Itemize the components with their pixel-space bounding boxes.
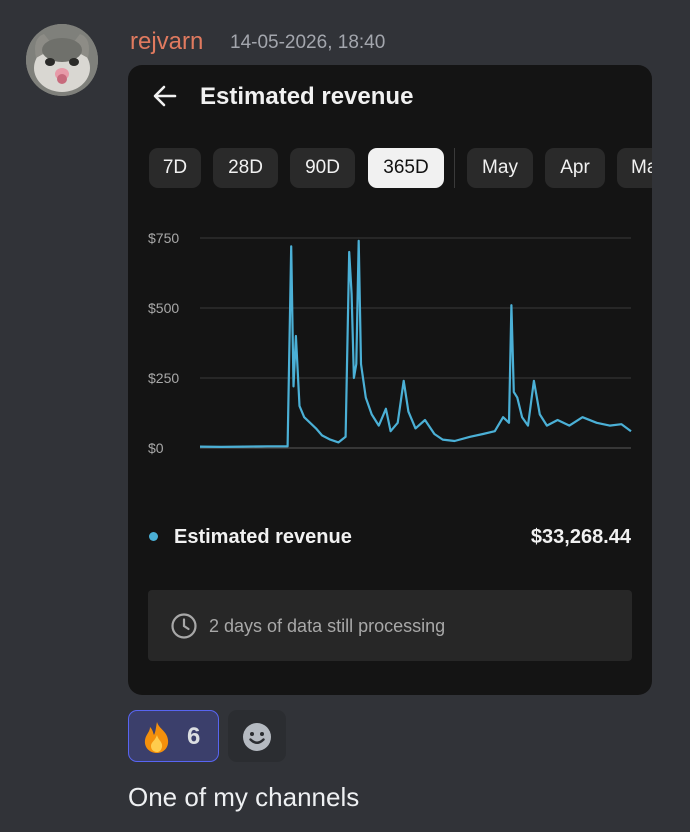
x-tick-label: May 14: [200, 462, 246, 465]
processing-notice: 2 days of data still processing: [148, 590, 632, 661]
page-title: Estimated revenue: [200, 83, 414, 110]
clock-icon: [171, 613, 197, 639]
x-tick-label: Sep 12: [321, 462, 366, 465]
message-timestamp: 14-05-2026, 18:40: [230, 32, 386, 53]
chip-365d[interactable]: 365D: [368, 148, 444, 188]
y-tick-label: $0: [148, 440, 164, 456]
revenue-screenshot-card[interactable]: Estimated revenue 7D 28D 90D 365D May Ap…: [128, 65, 652, 695]
legend-dot: [149, 532, 158, 541]
reaction-count: 6: [187, 723, 201, 750]
notice-text: 2 days of data still processing: [209, 616, 446, 636]
avatar[interactable]: [26, 24, 98, 96]
legend-label: Estimated revenue: [174, 526, 352, 548]
chip-90d[interactable]: 90D: [290, 148, 355, 188]
chip-7d[interactable]: 7D: [149, 148, 201, 188]
arrow-left-icon: [153, 85, 177, 107]
chip-apr[interactable]: Apr: [545, 148, 605, 188]
chip-28d[interactable]: 28D: [213, 148, 278, 188]
total-revenue-value: $33,268.44: [530, 526, 631, 548]
y-tick-label: $250: [148, 370, 179, 386]
add-reaction-icon: [243, 723, 271, 751]
x-tick-label: Jan 11: [466, 462, 507, 465]
back-button[interactable]: [152, 83, 178, 109]
add-reaction-button[interactable]: [228, 710, 286, 762]
message-content: One of my channels: [128, 782, 360, 812]
cat-avatar-icon: [26, 24, 98, 96]
revenue-series-line: [199, 239, 632, 448]
y-tick-label: $750: [148, 230, 179, 246]
x-tick-label: May 13: [585, 462, 631, 465]
revenue-line-chart: $0 $250 $500 $750 May 14 Sep 12 Jan 11 May 13: [148, 230, 632, 465]
chip-mar[interactable]: Ma: [617, 148, 652, 188]
chip-may[interactable]: May: [467, 148, 533, 188]
y-tick-label: $500: [148, 300, 179, 316]
fire-reaction-button[interactable]: 6: [128, 710, 219, 762]
fire-icon: [144, 722, 169, 753]
chip-divider: [454, 148, 455, 188]
message-author[interactable]: rejvarn: [130, 26, 203, 58]
